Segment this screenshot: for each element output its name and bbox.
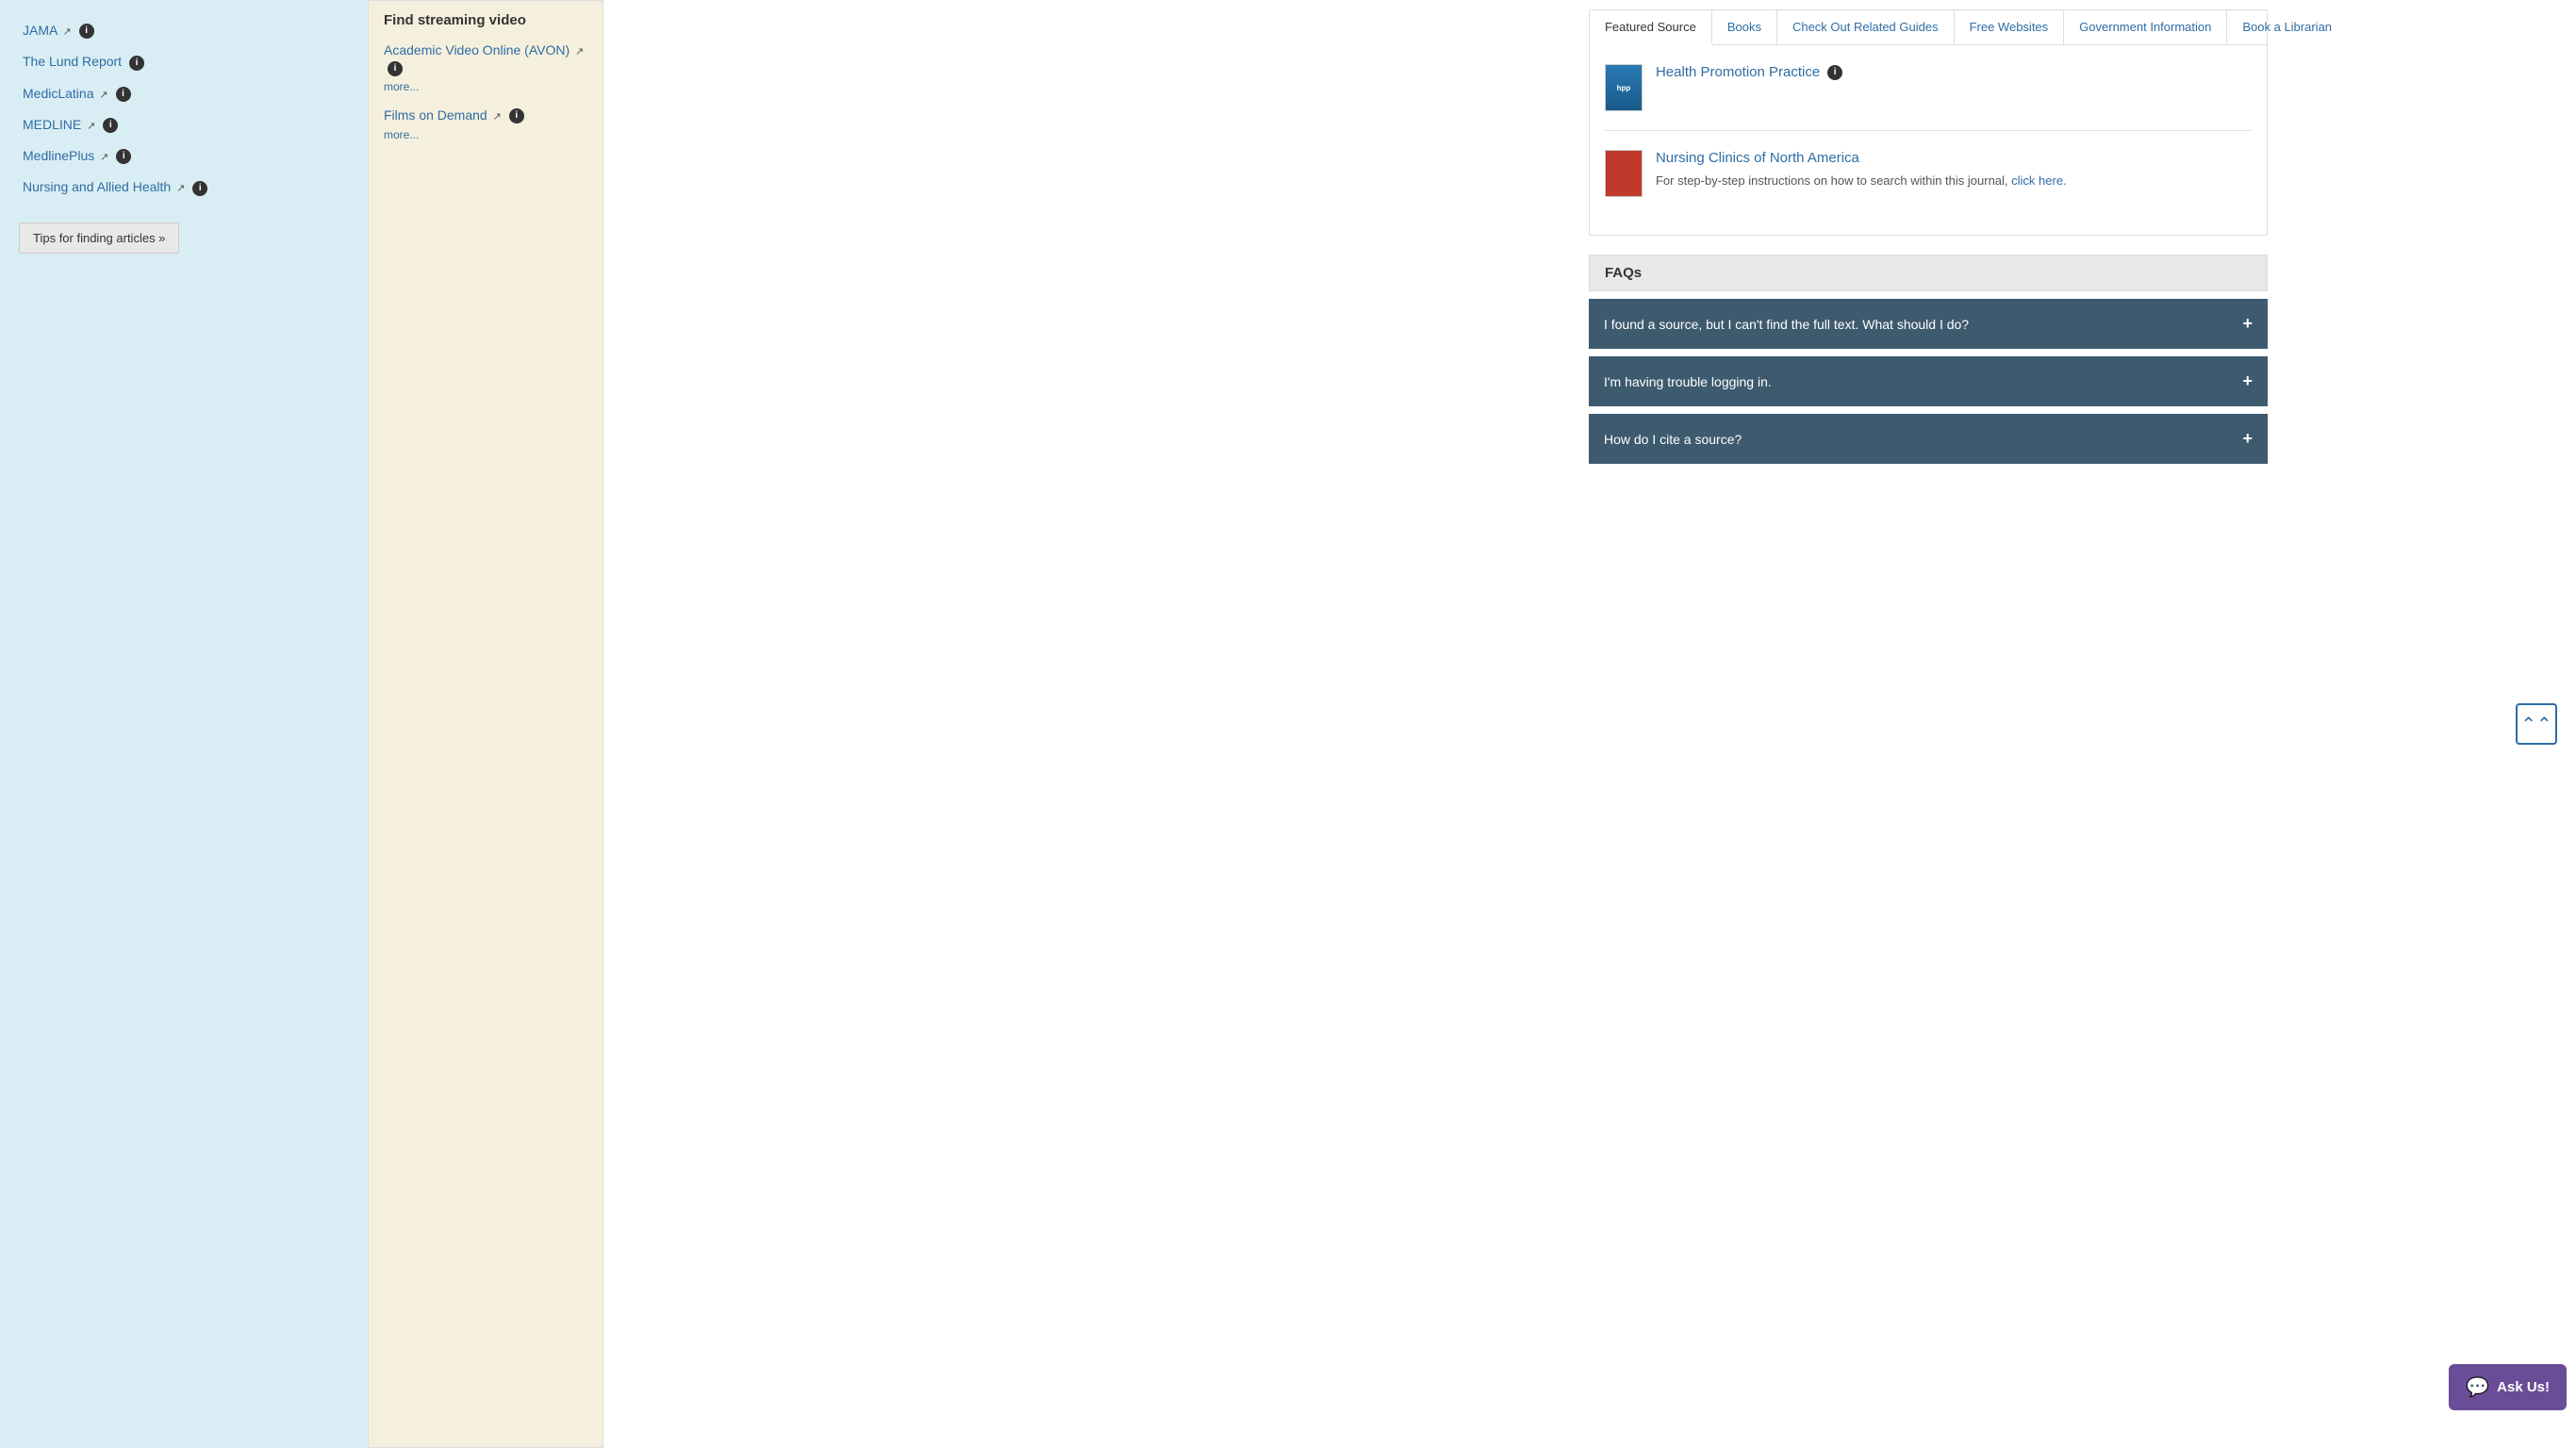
featured-item-detail: Health Promotion Practice i — [1656, 64, 1842, 80]
tabs-nav: Featured Source Books Check Out Related … — [1590, 10, 2267, 45]
films-link[interactable]: Films on Demand — [384, 107, 487, 123]
faq-question: I found a source, but I can't find the f… — [1604, 317, 1969, 332]
avon-more-link[interactable]: more... — [384, 80, 587, 93]
featured-item-nursing: Nursing Clinics of North America For ste… — [1605, 150, 2252, 216]
list-item: MEDLINE ↗ i — [19, 109, 349, 140]
back-to-top-button[interactable]: ⌃⌃ — [2516, 703, 2557, 745]
resource-list: JAMA ↗ i The Lund Report i MedicLatina ↗… — [19, 15, 349, 204]
films-more-link[interactable]: more... — [384, 128, 587, 141]
book-cover-hpp: hpp — [1605, 64, 1643, 111]
faqs-section: FAQs I found a source, but I can't find … — [1589, 255, 2268, 464]
info-icon[interactable]: i — [116, 87, 131, 102]
ask-us-button[interactable]: 💬 Ask Us! — [2449, 1364, 2567, 1410]
chat-icon: 💬 — [2466, 1375, 2489, 1399]
external-icon: ↗ — [99, 90, 107, 101]
faq-item-cite[interactable]: How do I cite a source? + — [1589, 414, 2268, 464]
avon-section: Academic Video Online (AVON) ↗ i more... — [384, 41, 587, 93]
tab-free-websites[interactable]: Free Websites — [1955, 10, 2065, 44]
info-icon[interactable]: i — [116, 149, 131, 164]
films-section: Films on Demand ↗ i more... — [384, 107, 587, 142]
external-icon: ↗ — [62, 26, 71, 38]
medline-link[interactable]: MEDLINE — [23, 117, 81, 132]
external-icon: ↗ — [493, 111, 502, 123]
tabs-section: Featured Source Books Check Out Related … — [1589, 9, 2268, 236]
info-icon[interactable]: i — [129, 56, 144, 71]
nursing-allied-link[interactable]: Nursing and Allied Health — [23, 179, 171, 194]
tab-book-librarian[interactable]: Book a Librarian — [2227, 10, 2347, 44]
faqs-header: FAQs — [1589, 255, 2268, 291]
book-cover-nursing — [1605, 150, 1643, 197]
faq-expand-icon: + — [2242, 429, 2253, 449]
list-item: The Lund Report i — [19, 46, 349, 77]
external-icon: ↗ — [100, 152, 108, 163]
ask-us-label: Ask Us! — [2497, 1379, 2550, 1395]
main-content: Featured Source Books Check Out Related … — [1280, 0, 2576, 1448]
faq-question: I'm having trouble logging in. — [1604, 374, 1772, 389]
list-item: Nursing and Allied Health ↗ i — [19, 172, 349, 203]
click-here-link[interactable]: click here. — [2011, 173, 2067, 188]
faq-expand-icon: + — [2242, 314, 2253, 334]
info-icon[interactable]: i — [192, 181, 207, 196]
nursing-item-detail: Nursing Clinics of North America For ste… — [1656, 150, 2067, 190]
tab-featured-source[interactable]: Featured Source — [1590, 10, 1712, 45]
featured-item-hpp: hpp Health Promotion Practice i — [1605, 64, 2252, 131]
nursing-clinics-link[interactable]: Nursing Clinics of North America — [1656, 150, 1859, 166]
faq-item-login[interactable]: I'm having trouble logging in. + — [1589, 356, 2268, 406]
tab-related-guides[interactable]: Check Out Related Guides — [1777, 10, 1955, 44]
avon-link[interactable]: Academic Video Online (AVON) — [384, 42, 570, 58]
list-item: MedlinePlus ↗ i — [19, 140, 349, 172]
info-icon[interactable]: i — [79, 24, 94, 39]
info-icon[interactable]: i — [1827, 65, 1842, 80]
info-icon[interactable]: i — [103, 118, 118, 133]
external-icon: ↗ — [575, 46, 584, 58]
info-icon[interactable]: i — [509, 108, 524, 123]
lund-report-link[interactable]: The Lund Report — [23, 54, 122, 69]
tab-content: hpp Health Promotion Practice i Nursing … — [1590, 45, 2267, 235]
jama-link[interactable]: JAMA — [23, 23, 58, 38]
external-icon: ↗ — [176, 183, 185, 194]
faq-question: How do I cite a source? — [1604, 432, 1742, 447]
faq-item-fulltext[interactable]: I found a source, but I can't find the f… — [1589, 299, 2268, 349]
streaming-title: Find streaming video — [384, 12, 587, 28]
external-icon: ↗ — [87, 121, 95, 132]
chevron-up-icon: ⌃⌃ — [2520, 713, 2552, 736]
hpp-link[interactable]: Health Promotion Practice — [1656, 64, 1820, 80]
list-item: JAMA ↗ i — [19, 15, 349, 46]
nursing-desc: For step-by-step instructions on how to … — [1656, 172, 2067, 190]
medlineplus-link[interactable]: MedlinePlus — [23, 148, 94, 163]
info-icon[interactable]: i — [388, 61, 403, 76]
right-panel — [603, 0, 1280, 1448]
mediclatina-link[interactable]: MedicLatina — [23, 86, 94, 101]
faq-expand-icon: + — [2242, 371, 2253, 391]
tips-button[interactable]: Tips for finding articles » — [19, 222, 179, 254]
streaming-panel: Find streaming video Academic Video Onli… — [368, 0, 603, 1448]
list-item: MedicLatina ↗ i — [19, 78, 349, 109]
tab-government-info[interactable]: Government Information — [2064, 10, 2227, 44]
left-resources-panel: JAMA ↗ i The Lund Report i MedicLatina ↗… — [0, 0, 368, 1448]
tab-books[interactable]: Books — [1712, 10, 1777, 44]
